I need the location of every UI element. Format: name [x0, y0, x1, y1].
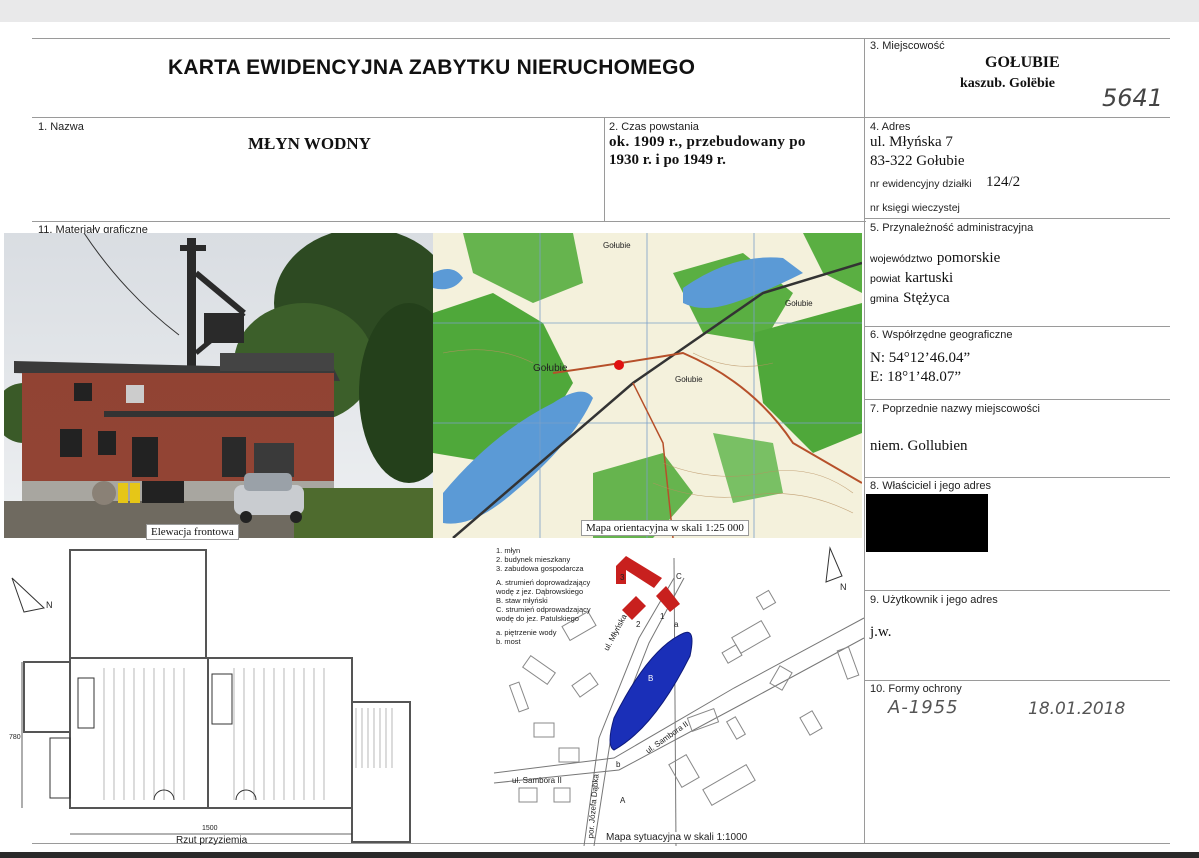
- legend-line: wodę do jez. Patulskiego: [496, 614, 579, 623]
- rule-right-4: [864, 218, 1170, 219]
- label-formy: 10. Formy ochrony: [870, 683, 962, 695]
- scan-bottom-edge: [0, 852, 1199, 858]
- gmina-label: gmina: [870, 293, 899, 305]
- label-poprzednie: 7. Poprzednie nazwy miejscowości: [870, 403, 1040, 415]
- wojewodztwo-label: województwo: [870, 253, 933, 265]
- map-label-golubie-3: Gołubie: [675, 375, 703, 384]
- topographic-map: Gołubie Gołubie Gołubie Gołubie: [433, 233, 862, 538]
- row-powiat: powiat kartuski: [870, 269, 953, 287]
- label-nazwa: 1. Nazwa: [38, 121, 84, 133]
- row-gmina: gmina Stężyca: [870, 289, 950, 307]
- label-miejscowosc: 3. Miejscowość: [870, 40, 945, 52]
- site-plan: 1. młyn 2. budynek mieszkany 3. zabudowa…: [434, 538, 864, 846]
- miejscowosc-name: GOŁUBIE: [985, 54, 1060, 71]
- site-caption: Mapa sytuacyjna w skali 1:1000: [606, 832, 748, 843]
- site-letter-1: 1: [660, 612, 665, 621]
- map-label-golubie-4: Gołubie: [785, 299, 813, 308]
- label-czas: 2. Czas powstania: [609, 121, 699, 133]
- owner-redaction: [866, 494, 988, 552]
- stamp-number: 5641: [1102, 84, 1164, 112]
- scan-top-strip: [0, 0, 1199, 22]
- rule-right-9: [864, 590, 1170, 591]
- adres-plot-label: nr ewidencyjny działki: [870, 178, 972, 190]
- adres-book-label: nr księgi wieczystej: [870, 202, 960, 214]
- site-letter-B: B: [648, 674, 654, 683]
- legend-line: A. strumień doprowadzający: [496, 578, 591, 587]
- wojewodztwo-value: pomorskie: [936, 250, 1001, 266]
- coord-n: N: 54°12’46.04”: [870, 350, 971, 366]
- street-sambora-left: ul. Sambora II: [512, 776, 562, 785]
- powiat-label: powiat: [870, 273, 901, 285]
- label-adres: 4. Adres: [870, 121, 911, 133]
- adres-plot-value: 124/2: [986, 174, 1021, 190]
- row-wojewodztwo: województwo pomorskie: [870, 249, 1000, 267]
- map-label-golubie-2: Gołubie: [603, 241, 631, 250]
- map-label-golubie-1: Gołubie: [533, 363, 568, 374]
- uzytkownik-value: j.w.: [870, 624, 892, 640]
- photo-front-elevation: [4, 233, 433, 538]
- vertical-main: [864, 38, 865, 844]
- powiat-value: kartuski: [904, 270, 954, 286]
- czas-line2: 1930 r. i po 1949 r.: [609, 152, 726, 168]
- rule-top: [32, 38, 1170, 39]
- register-number: A-1955: [888, 697, 959, 718]
- site-letter-3: 3: [620, 573, 625, 582]
- label-przynaleznosc: 5. Przynależność administracyjna: [870, 222, 1034, 234]
- site-letter-b: b: [616, 760, 621, 769]
- site-legend: 1. młyn 2. budynek mieszkany 3. zabudowa…: [496, 546, 591, 646]
- miejscowosc-kashubian: kaszub. Golëbie: [960, 76, 1055, 91]
- map-caption: Mapa orientacyjna w skali 1:25 000: [581, 520, 749, 536]
- legend-line: a. piętrzenie wody: [496, 628, 557, 637]
- adres-postal: 83-322 Gołubie: [870, 153, 965, 169]
- site-letter-A: A: [620, 796, 626, 805]
- coord-e: E: 18°1’48.07”: [870, 369, 961, 385]
- rule-under-title: [32, 117, 1170, 118]
- site-letter-2: 2: [636, 620, 641, 629]
- nazwa-value: MŁYN WODNY: [248, 134, 371, 153]
- plan-dim-width: 1500: [202, 825, 218, 832]
- rule-right-7: [864, 399, 1170, 400]
- legend-line: 3. zabudowa gospodarcza: [496, 564, 584, 573]
- site-letter-a: a: [674, 620, 679, 629]
- legend-line: b. most: [496, 637, 521, 646]
- rule-right-10: [864, 680, 1170, 681]
- poprzednie-value: niem. Gollubien: [870, 438, 968, 454]
- legend-line: C. strumień odprowadzający: [496, 605, 591, 614]
- rule-under-name: [32, 221, 866, 222]
- label-uzytkownik: 9. Użytkownik i jego adres: [870, 594, 998, 606]
- rule-right-6: [864, 326, 1170, 327]
- gmina-value: Stężyca: [903, 290, 950, 306]
- label-wspolrzedne: 6. Współrzędne geograficzne: [870, 329, 1013, 341]
- legend-line: 1. młyn: [496, 546, 521, 555]
- adres-street: ul. Młyńska 7: [870, 134, 953, 150]
- legend-line: 2. budynek mieszkany: [496, 555, 571, 564]
- legend-line: wodę z jez. Dąbrowskiego: [496, 587, 584, 596]
- vertical-czas: [604, 117, 605, 221]
- czas-line1: ok. 1909 r., przebudowany po: [609, 134, 806, 150]
- floor-plan: N 1500 780 Rzut przyziemia: [4, 538, 434, 846]
- page-title: KARTA EWIDENCYJNA ZABYTKU NIERUCHOMEGO: [168, 56, 696, 79]
- site-north-letter: N: [840, 582, 847, 592]
- label-wlasciciel: 8. Właściciel i jego adres: [870, 480, 992, 492]
- plan-dim-height: 780: [9, 734, 21, 741]
- plan-north-letter: N: [46, 600, 53, 610]
- register-date: 18.01.2018: [1028, 699, 1126, 719]
- rule-right-8: [864, 477, 1170, 478]
- plan-caption: Rzut przyziemia: [176, 835, 248, 846]
- legend-line: B. staw młyński: [496, 596, 548, 605]
- site-letter-C: C: [676, 572, 682, 581]
